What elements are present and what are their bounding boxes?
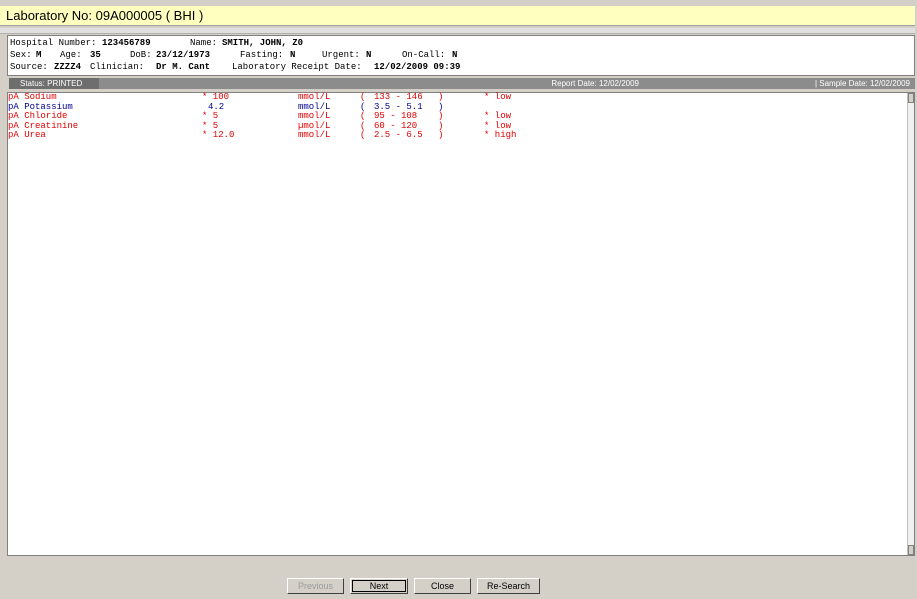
- hospital-number-label: Hospital Number:: [10, 38, 97, 48]
- result-unit: mmol/L: [298, 130, 331, 140]
- result-row: pA Creatinine * 5 µmol/L(60 - 120) * low: [8, 121, 914, 132]
- result-range: 2.5 - 6.5: [374, 130, 423, 140]
- results-list: pA Sodium * 100 mmol/L(133 - 146) * low pA P…: [8, 92, 914, 141]
- result-row: pA Urea * 12.0 mmol/L (2.5 - 6.5) * high: [8, 130, 914, 141]
- patient-details-panel: Hospital Number: 123456789 Name: SMITH, …: [7, 35, 915, 76]
- scroll-up-arrow-icon[interactable]: [908, 93, 914, 103]
- name-label: Name:: [190, 38, 218, 48]
- source-label: Source:: [10, 62, 48, 72]
- results-panel[interactable]: pA Sodium * 100 mmol/L(133 - 146) * low pA P…: [7, 92, 915, 556]
- fasting-label: Fasting:: [240, 50, 284, 60]
- dob-label: DoB:: [130, 50, 152, 60]
- oncall-value: N: [452, 50, 458, 60]
- result-flag: * high: [484, 130, 517, 140]
- window-title: Laboratory No: 09A000005 ( BHI ): [0, 6, 915, 26]
- result-row: pA Potassium 4.2 mmol/L(3.5 - 5.1): [8, 102, 914, 113]
- urgent-value: N: [366, 50, 372, 60]
- hospital-number-value: 123456789: [102, 38, 151, 48]
- receipt-label: Laboratory Receipt Date:: [232, 62, 362, 72]
- report-date: Report Date: 12/02/2009: [551, 79, 639, 88]
- source-value: ZZZZ4: [54, 62, 82, 72]
- result-range-open: (: [360, 130, 366, 140]
- sample-date: | Sample Date: 12/02/2009: [814, 79, 910, 88]
- result-flag: * low: [484, 92, 512, 102]
- urgent-label: Urgent:: [322, 50, 360, 60]
- clinician-value: Dr M. Cant: [156, 62, 211, 72]
- sex-value: M: [36, 50, 42, 60]
- patient-row-2: Sex: M Age: 35 DoB: 23/12/1973 Fasting: …: [10, 50, 914, 62]
- status-badge: Status: PRINTED: [9, 78, 99, 89]
- patient-row-1: Hospital Number: 123456789 Name: SMITH, …: [10, 38, 914, 50]
- dob-value: 23/12/1973: [156, 50, 211, 60]
- title-divider: [0, 28, 915, 34]
- report-status-bar: Status: PRINTED Report Date: 12/02/2009 …: [9, 78, 915, 89]
- close-button[interactable]: Close: [414, 578, 471, 594]
- patient-row-3: Source: ZZZZ4 Clinician: Dr M. Cant Labo…: [10, 62, 914, 74]
- age-label: Age:: [60, 50, 82, 60]
- next-button[interactable]: Next: [350, 578, 408, 594]
- name-value: SMITH, JOHN, Z0: [222, 38, 304, 48]
- scroll-down-arrow-icon[interactable]: [908, 545, 914, 555]
- re-search-button[interactable]: Re-Search: [477, 578, 540, 594]
- vertical-scrollbar[interactable]: [907, 93, 914, 555]
- result-row: pA Chloride * 5 mmol/L(95 - 108) * low: [8, 111, 914, 122]
- result-test: pA Urea: [8, 130, 46, 140]
- receipt-date-value: 12/02/2009 09:39: [374, 62, 461, 72]
- clinician-label: Clinician:: [90, 62, 145, 72]
- fasting-value: N: [290, 50, 296, 60]
- result-row: pA Sodium * 100 mmol/L(133 - 146) * low: [8, 92, 914, 103]
- result-range-close: ): [438, 130, 444, 140]
- previous-button[interactable]: Previous: [287, 578, 344, 594]
- sex-label: Sex:: [10, 50, 32, 60]
- oncall-label: On-Call:: [402, 50, 446, 60]
- age-value: 35: [90, 50, 101, 60]
- result-value: * 12.0: [202, 130, 235, 140]
